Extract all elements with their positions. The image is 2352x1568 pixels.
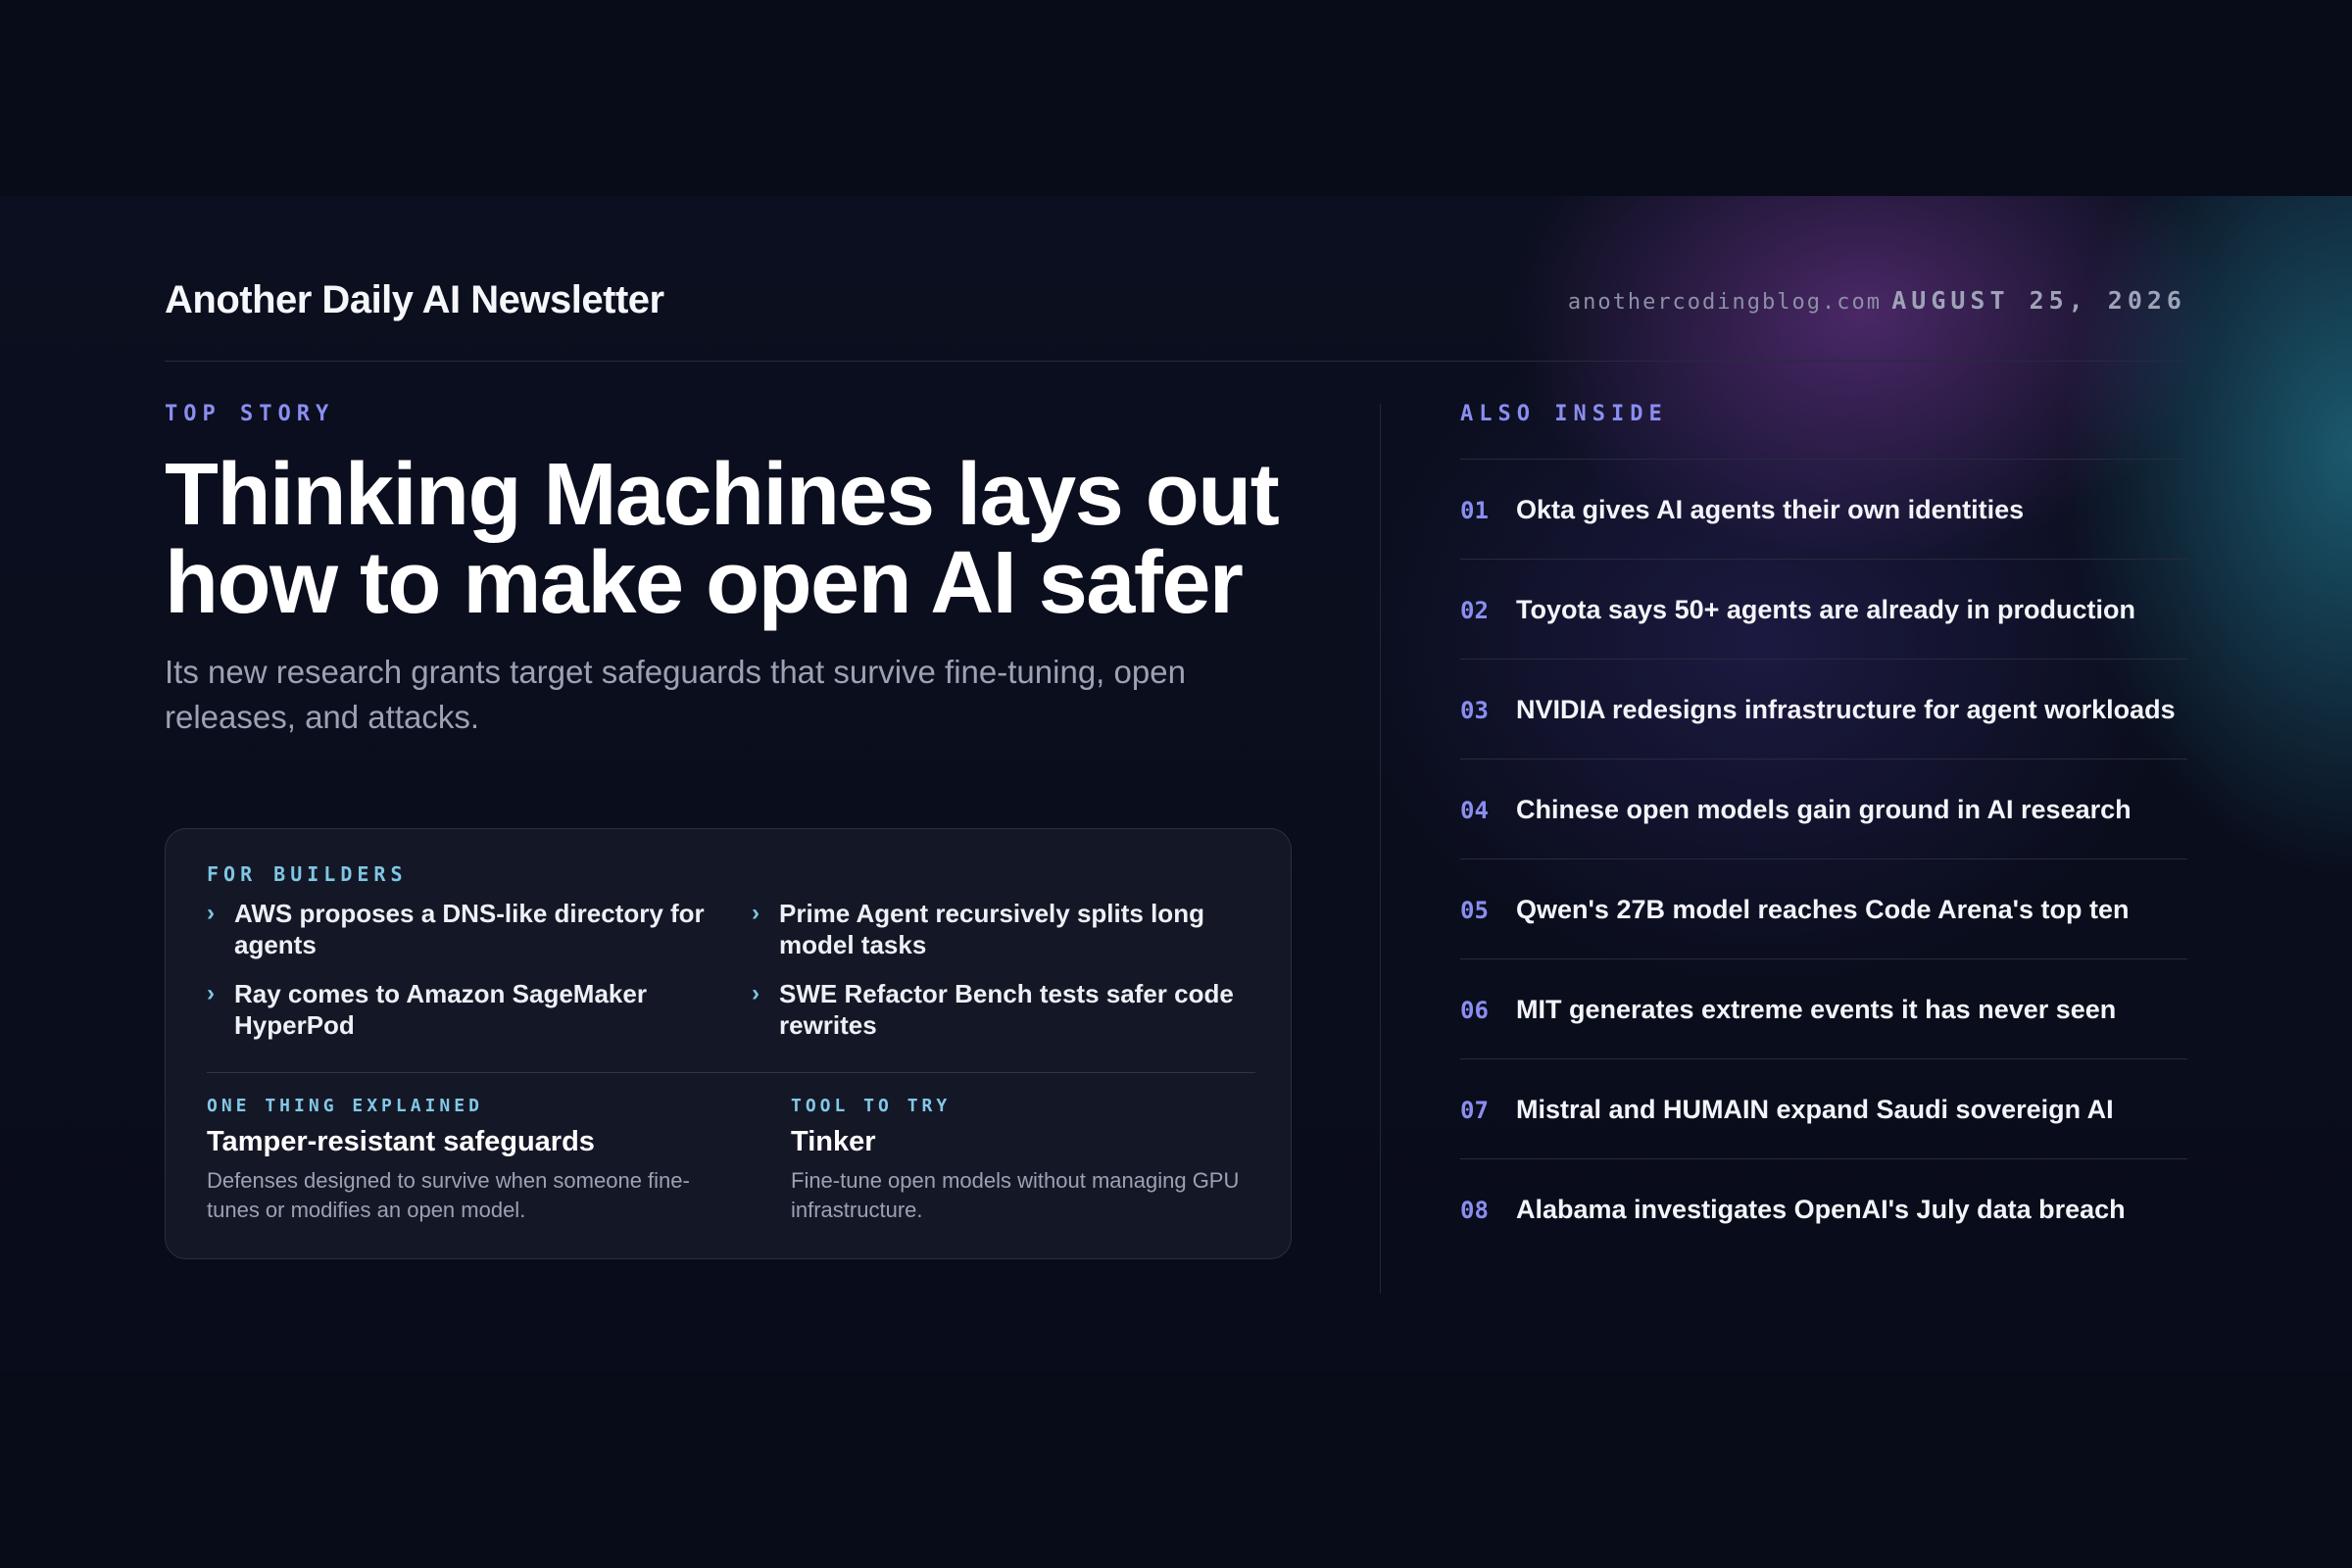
list-item[interactable]: 06 MIT generates extreme events it has n… <box>1460 958 2187 1058</box>
also-inside-kicker: ALSO INSIDE <box>1460 402 1668 426</box>
builders-item-text: AWS proposes a DNS-like directory for ag… <box>234 899 705 959</box>
list-item[interactable]: 05 Qwen's 27B model reaches Code Arena's… <box>1460 858 2187 958</box>
headline-line-1: Thinking Machines lays out <box>165 446 1280 544</box>
explained-desc: Defenses designed to survive when someon… <box>207 1168 690 1222</box>
item-title: Alabama investigates OpenAI's July data … <box>1516 1195 2126 1224</box>
list-item[interactable]: 01 Okta gives AI agents their own identi… <box>1460 459 2187 559</box>
item-number: 04 <box>1460 797 1489 824</box>
item-number: 02 <box>1460 597 1489 624</box>
builders-item-text: SWE Refactor Bench tests safer code rewr… <box>779 979 1234 1040</box>
chevron-right-icon: › <box>207 980 215 1006</box>
tool-desc: Fine-tune open models without managing G… <box>791 1168 1240 1222</box>
item-number: 05 <box>1460 897 1489 924</box>
builders-item[interactable]: › Prime Agent recursively splits long mo… <box>752 898 1251 960</box>
list-item[interactable]: 04 Chinese open models gain ground in AI… <box>1460 759 2187 858</box>
explained-kicker: ONE THING EXPLAINED <box>207 1096 483 1116</box>
item-title: Qwen's 27B model reaches Code Arena's to… <box>1516 895 2130 924</box>
for-builders-kicker: FOR BUILDERS <box>207 862 408 886</box>
builders-divider <box>207 1072 1255 1073</box>
for-builders-panel: FOR BUILDERS › AWS proposes a DNS-like d… <box>165 828 1292 1259</box>
item-title: MIT generates extreme events it has neve… <box>1516 995 2117 1024</box>
issue-date: AUGUST 25, 2026 <box>1891 286 2186 315</box>
tool-title[interactable]: Tinker <box>791 1126 1242 1158</box>
item-number: 08 <box>1460 1197 1489 1224</box>
builders-item[interactable]: › AWS proposes a DNS-like directory for … <box>207 898 707 960</box>
chevron-right-icon: › <box>752 900 760 926</box>
top-band <box>0 0 2352 196</box>
item-number: 03 <box>1460 697 1489 724</box>
explained-title[interactable]: Tamper-resistant safeguards <box>207 1126 736 1158</box>
column-divider <box>1380 404 1381 1294</box>
one-thing-explained: ONE THING EXPLAINED Tamper-resistant saf… <box>207 1096 736 1225</box>
top-story-headline[interactable]: Thinking Machines lays out how to make o… <box>165 451 1321 627</box>
bottom-band <box>0 1372 2352 1568</box>
chevron-right-icon: › <box>207 900 215 926</box>
top-story-dek: Its new research grants target safeguard… <box>165 654 1186 735</box>
site-url[interactable]: anothercodingblog.com <box>1568 290 1882 315</box>
list-item[interactable]: 03 NVIDIA redesigns infrastructure for a… <box>1460 659 2187 759</box>
builders-item-text: Prime Agent recursively splits long mode… <box>779 899 1204 959</box>
item-number: 07 <box>1460 1097 1489 1124</box>
brand-title: Another Daily AI Newsletter <box>165 278 664 321</box>
item-title: Okta gives AI agents their own identitie… <box>1516 495 2025 524</box>
item-title: NVIDIA redesigns infrastructure for agen… <box>1516 695 2176 724</box>
item-title: Mistral and HUMAIN expand Saudi sovereig… <box>1516 1095 2114 1124</box>
item-title: Chinese open models gain ground in AI re… <box>1516 795 2132 824</box>
list-item[interactable]: 07 Mistral and HUMAIN expand Saudi sover… <box>1460 1058 2187 1158</box>
list-item[interactable]: 08 Alabama investigates OpenAI's July da… <box>1460 1158 2187 1258</box>
builders-item-text: Ray comes to Amazon SageMaker HyperPod <box>234 979 647 1040</box>
item-number: 06 <box>1460 997 1489 1024</box>
item-number: 01 <box>1460 497 1489 524</box>
headline-line-2: how to make open AI safer <box>165 534 1244 632</box>
tool-to-try: TOOL TO TRY Tinker Fine-tune open models… <box>791 1096 1242 1225</box>
also-inside-list: 01 Okta gives AI agents their own identi… <box>1460 459 2187 1258</box>
item-title: Toyota says 50+ agents are already in pr… <box>1516 595 2135 624</box>
header: Another Daily AI Newsletter anothercodin… <box>165 269 2186 362</box>
builders-item[interactable]: › SWE Refactor Bench tests safer code re… <box>752 978 1251 1041</box>
top-story-kicker: TOP STORY <box>165 402 335 426</box>
tool-kicker: TOOL TO TRY <box>791 1096 952 1116</box>
list-item[interactable]: 02 Toyota says 50+ agents are already in… <box>1460 559 2187 659</box>
newsletter-card: Another Daily AI Newsletter anothercodin… <box>0 196 2352 1372</box>
builders-item[interactable]: › Ray comes to Amazon SageMaker HyperPod <box>207 978 707 1041</box>
chevron-right-icon: › <box>752 980 760 1006</box>
